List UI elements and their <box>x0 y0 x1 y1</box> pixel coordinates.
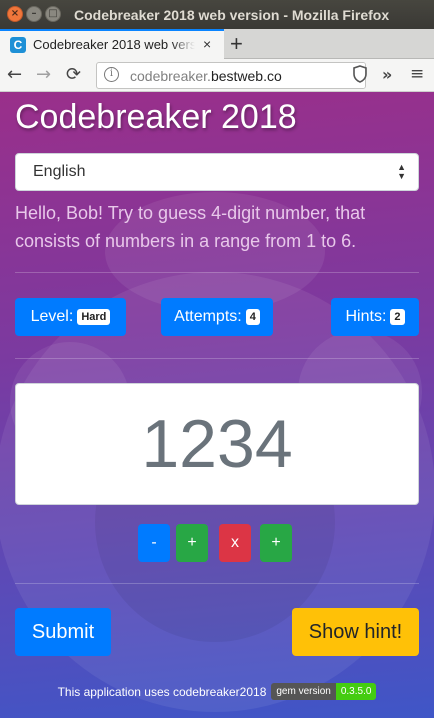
language-select-value: English <box>33 163 86 180</box>
submit-button[interactable]: Submit <box>15 608 111 656</box>
hints-button[interactable]: Hints: 2 <box>331 298 419 336</box>
hamburger-menu-icon[interactable]: ≡ <box>410 64 424 84</box>
url-text[interactable]: codebreaker.bestweb.co <box>130 68 282 84</box>
codebreaker-favicon-icon: C <box>10 37 26 53</box>
gem-badge-value: 0.3.5.0 <box>335 683 377 700</box>
attempts-label: Attempts: <box>174 308 242 325</box>
reload-icon[interactable]: ⟳ <box>66 64 81 85</box>
result-button-2[interactable]: + <box>176 524 208 562</box>
divider <box>15 358 419 359</box>
gem-badge-label: gem version <box>271 683 336 700</box>
window-titlebar: × – □ Codebreaker 2018 web version - Moz… <box>0 0 434 29</box>
attempts-button[interactable]: Attempts: 4 <box>161 298 273 336</box>
footer-text: This application uses codebreaker2018 <box>57 684 267 699</box>
page-content: Codebreaker 2018 English ▲ ▼ Hello, Bob! … <box>0 92 434 718</box>
window-controls: × – □ <box>7 6 61 22</box>
divider <box>15 583 419 584</box>
tab-bar: C Codebreaker 2018 web version × + <box>0 29 434 59</box>
level-label: Level: <box>30 308 74 325</box>
result-button-4[interactable]: + <box>260 524 292 562</box>
navigation-bar: ← → ⟳ i codebreaker.bestweb.co ••• » ≡ <box>0 59 434 140</box>
level-button[interactable]: Level: Hard <box>15 298 126 336</box>
window-title: Codebreaker 2018 web version - Mozilla F… <box>74 7 390 23</box>
result-button-3[interactable]: x <box>219 524 251 562</box>
level-badge: Hard <box>77 309 111 325</box>
page-title: Codebreaker 2018 <box>15 98 297 136</box>
hints-badge: 2 <box>390 309 405 325</box>
window-close-icon[interactable]: × <box>7 6 23 22</box>
back-arrow-icon[interactable]: ← <box>7 64 22 85</box>
gem-version-badge[interactable]: gem version 0.3.5.0 <box>271 683 377 700</box>
url-subdomain: codebreaker. <box>130 68 211 84</box>
tracking-shield-icon[interactable] <box>352 65 368 88</box>
window-maximize-icon[interactable]: □ <box>45 6 61 22</box>
result-button-1[interactable]: - <box>138 524 170 562</box>
game-description: Hello, Bob! Try to guess 4-digit number,… <box>15 203 366 251</box>
guess-display[interactable]: 1234 <box>15 383 419 505</box>
show-hint-button[interactable]: Show hint! <box>292 608 419 656</box>
forward-arrow-icon[interactable]: → <box>36 64 51 85</box>
attempts-badge: 4 <box>245 309 260 325</box>
tab-title: Codebreaker 2018 web version <box>33 37 195 52</box>
select-arrows-icon: ▲ ▼ <box>397 162 406 181</box>
tab-codebreaker[interactable]: C Codebreaker 2018 web version × <box>0 29 224 59</box>
tab-close-icon[interactable]: × <box>203 36 211 52</box>
url-bar[interactable]: i codebreaker.bestweb.co <box>96 62 366 89</box>
hints-label: Hints: <box>345 308 387 325</box>
footer: This application uses codebreaker2018 ge… <box>0 683 434 700</box>
overflow-chevron-icon[interactable]: » <box>382 65 392 84</box>
site-info-icon[interactable]: i <box>104 67 119 82</box>
window-minimize-icon[interactable]: – <box>26 6 42 22</box>
divider <box>15 272 419 273</box>
url-domain: bestweb.co <box>210 68 282 84</box>
language-select[interactable]: English ▲ ▼ <box>15 153 419 191</box>
new-tab-icon[interactable]: + <box>230 31 243 57</box>
